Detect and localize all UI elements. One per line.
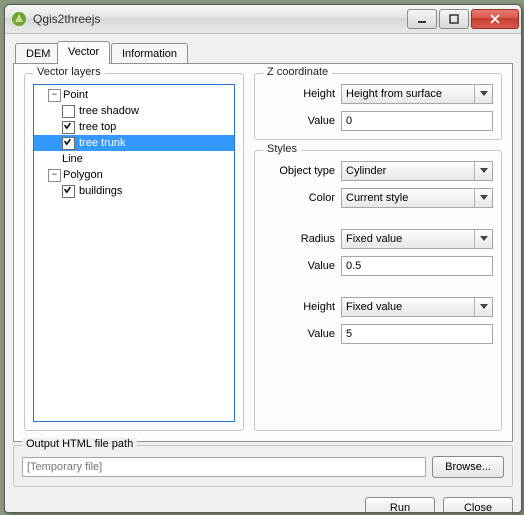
titlebar[interactable]: Qgis2threejs	[5, 5, 521, 34]
close-window-button[interactable]	[471, 9, 519, 29]
z-coordinate-legend: Z coordinate	[263, 66, 332, 78]
chevron-down-icon	[474, 85, 492, 103]
vector-layers-group: Vector layers − Point tree shadow	[24, 73, 244, 431]
radius-mode-combo[interactable]: Fixed value	[341, 229, 493, 249]
height-value-input[interactable]	[341, 324, 493, 344]
vector-layers-legend: Vector layers	[33, 66, 105, 78]
tab-vector[interactable]: Vector	[57, 41, 110, 64]
radius-label: Radius	[263, 233, 341, 245]
z-value-input[interactable]	[341, 111, 493, 131]
chevron-down-icon	[474, 230, 492, 248]
combo-value: Height from surface	[346, 88, 442, 100]
tree-node-polygon[interactable]: − Polygon	[34, 167, 234, 183]
tree-label: tree trunk	[79, 137, 125, 149]
collapse-icon[interactable]: −	[48, 169, 61, 182]
browse-button[interactable]: Browse...	[432, 456, 504, 478]
style-height-label: Height	[263, 301, 341, 313]
combo-value: Cylinder	[346, 165, 386, 177]
layer-checkbox[interactable]	[62, 121, 75, 134]
height-mode-combo[interactable]: Fixed value	[341, 297, 493, 317]
object-type-combo[interactable]: Cylinder	[341, 161, 493, 181]
dialog-footer: Run Close	[13, 497, 513, 513]
tree-node-point[interactable]: − Point	[34, 87, 234, 103]
tree-label: buildings	[79, 185, 122, 197]
maximize-button[interactable]	[439, 9, 469, 29]
tree-node-tree-shadow[interactable]: tree shadow	[34, 103, 234, 119]
z-height-combo[interactable]: Height from surface	[341, 84, 493, 104]
tree-node-line[interactable]: Line	[34, 151, 234, 167]
tree-label: Point	[63, 89, 88, 101]
radius-value-label: Value	[263, 260, 341, 272]
app-icon	[11, 11, 27, 27]
dialog-window: Qgis2threejs DEM Vector Information Vect…	[4, 4, 522, 513]
tree-label: Line	[62, 153, 83, 165]
color-label: Color	[263, 192, 341, 204]
z-height-label: Height	[263, 88, 341, 100]
client-area: DEM Vector Information Vector layers − P…	[13, 41, 513, 504]
tree-node-tree-trunk[interactable]: tree trunk	[34, 135, 234, 151]
styles-group: Styles Object type Cylinder Color Curre	[254, 150, 502, 431]
chevron-down-icon	[474, 189, 492, 207]
bottom-area: Output HTML file path Browse... Run Clos…	[13, 445, 513, 513]
minimize-button[interactable]	[407, 9, 437, 29]
layer-checkbox[interactable]	[62, 105, 75, 118]
radius-value-input[interactable]	[341, 256, 493, 276]
window-title: Qgis2threejs	[33, 12, 405, 26]
tree-node-tree-top[interactable]: tree top	[34, 119, 234, 135]
close-button[interactable]: Close	[443, 497, 513, 513]
tab-bar: DEM Vector Information	[13, 41, 513, 63]
combo-value: Fixed value	[346, 301, 402, 313]
tab-information[interactable]: Information	[111, 43, 188, 64]
style-height-value-label: Value	[263, 328, 341, 340]
layer-checkbox[interactable]	[62, 137, 75, 150]
combo-value: Current style	[346, 192, 408, 204]
object-type-label: Object type	[263, 165, 341, 177]
tree-label: tree top	[79, 121, 116, 133]
z-coordinate-group: Z coordinate Height Height from surface …	[254, 73, 502, 140]
output-path-group: Output HTML file path Browse...	[13, 445, 513, 487]
layer-checkbox[interactable]	[62, 185, 75, 198]
collapse-icon[interactable]: −	[48, 89, 61, 102]
tree-label: tree shadow	[79, 105, 139, 117]
output-path-legend: Output HTML file path	[22, 438, 137, 450]
tab-page-vector: Vector layers − Point tree shadow	[13, 63, 513, 442]
tree-node-buildings[interactable]: buildings	[34, 183, 234, 199]
layer-tree[interactable]: − Point tree shadow tree	[33, 84, 235, 422]
styles-legend: Styles	[263, 143, 301, 155]
z-value-label: Value	[263, 115, 341, 127]
output-path-input[interactable]	[22, 457, 426, 477]
color-combo[interactable]: Current style	[341, 188, 493, 208]
chevron-down-icon	[474, 298, 492, 316]
combo-value: Fixed value	[346, 233, 402, 245]
tab-dem[interactable]: DEM	[15, 43, 61, 64]
run-button[interactable]: Run	[365, 497, 435, 513]
chevron-down-icon	[474, 162, 492, 180]
tree-label: Polygon	[63, 169, 103, 181]
